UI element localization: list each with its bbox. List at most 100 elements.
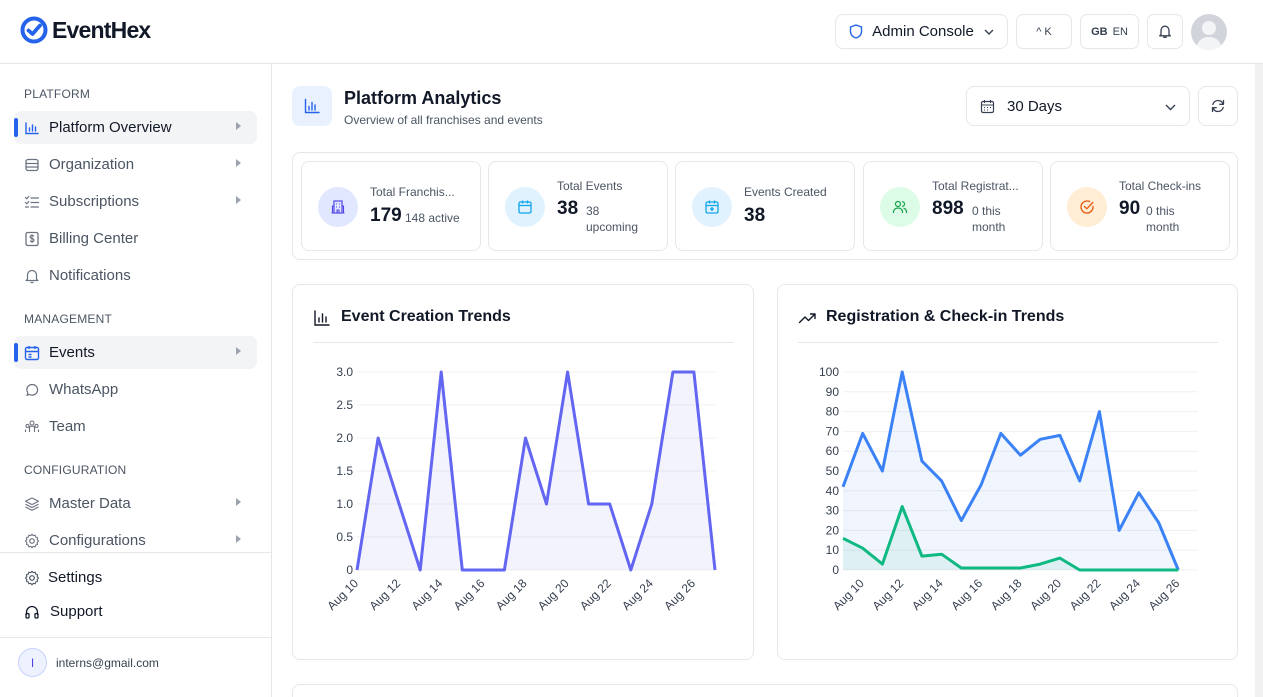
stat-card-total-franchises[interactable]: Total Franchis... 179 148 active bbox=[301, 161, 481, 251]
data-point bbox=[1157, 569, 1160, 572]
stat-value: 38 bbox=[557, 198, 579, 219]
bell-icon bbox=[25, 269, 39, 284]
sidebar-item-notifications[interactable]: Notifications bbox=[14, 259, 257, 292]
chevron-right-icon bbox=[236, 122, 241, 130]
data-point bbox=[881, 563, 884, 566]
data-point bbox=[587, 503, 590, 506]
stat-value: 179 bbox=[370, 205, 402, 226]
event-creation-trends-card: Event Creation Trends 0 0.5 1.0 1.5 2.0 2.5 3.… bbox=[292, 284, 754, 660]
data-point bbox=[440, 371, 443, 374]
stat-subtext: 0 this month bbox=[1146, 204, 1180, 234]
x-tick-label: Aug 10 bbox=[324, 576, 361, 613]
data-point bbox=[377, 437, 380, 440]
x-tick-label: Aug 18 bbox=[988, 576, 1025, 613]
layers-icon bbox=[24, 497, 40, 511]
y-tick-label: 40 bbox=[826, 484, 840, 498]
stat-label: Total Registrat... bbox=[932, 179, 1019, 193]
chevron-right-icon bbox=[236, 196, 241, 204]
y-tick-label: 80 bbox=[826, 405, 840, 419]
sidebar-item-label: Subscriptions bbox=[49, 193, 140, 210]
sidebar-divider bbox=[0, 637, 271, 638]
data-point bbox=[692, 371, 695, 374]
sidebar-item-master-data[interactable]: Master Data bbox=[14, 487, 257, 520]
y-tick-label: 0 bbox=[346, 563, 353, 577]
stat-card-total-events[interactable]: Total Events 38 38 upcoming bbox=[488, 161, 668, 251]
x-tick-label: Aug 14 bbox=[409, 576, 446, 613]
stat-card-events-created[interactable]: Events Created 38 bbox=[675, 161, 855, 251]
x-tick-label: Aug 18 bbox=[493, 576, 530, 613]
x-tick-label: Aug 26 bbox=[1146, 576, 1183, 613]
admin-console-dropdown[interactable]: Admin Console bbox=[835, 14, 1008, 49]
data-point bbox=[566, 371, 569, 374]
data-point bbox=[503, 569, 506, 572]
chevron-right-icon bbox=[236, 159, 241, 167]
sidebar-item-label: Settings bbox=[48, 569, 103, 586]
sidebar-item-label: Organization bbox=[49, 156, 135, 173]
scrollbar[interactable] bbox=[1255, 64, 1263, 697]
x-tick-label: Aug 16 bbox=[451, 576, 488, 613]
page-title: Platform Analytics bbox=[344, 88, 502, 108]
sidebar-item-events[interactable]: Events bbox=[14, 336, 257, 369]
sidebar-item-platform-overview[interactable]: Platform Overview bbox=[14, 111, 257, 144]
calendar-icon bbox=[505, 187, 545, 227]
sidebar-item-settings[interactable]: Settings bbox=[14, 561, 257, 594]
sidebar-item-label: Master Data bbox=[49, 495, 131, 512]
y-tick-label: 2.5 bbox=[336, 398, 353, 412]
app-logo[interactable]: EventHex bbox=[20, 16, 151, 44]
chevron-down-icon bbox=[984, 29, 994, 35]
data-point bbox=[650, 503, 653, 506]
refresh-button[interactable] bbox=[1198, 86, 1238, 126]
flag-label: GB bbox=[1091, 25, 1108, 38]
stat-subtext: 38 upcoming bbox=[586, 204, 639, 234]
y-tick-label: 70 bbox=[826, 424, 840, 438]
users-icon bbox=[880, 187, 920, 227]
y-tick-label: 1.5 bbox=[336, 464, 353, 478]
y-tick-label: 2.0 bbox=[336, 431, 353, 445]
calendar-plus-icon bbox=[692, 187, 732, 227]
command-shortcut-button[interactable]: ^ K bbox=[1016, 14, 1072, 49]
user-profile[interactable]: I interns@gmail.com bbox=[18, 648, 258, 680]
section-title-platform: PLATFORM bbox=[24, 87, 91, 101]
sidebar-item-support[interactable]: Support bbox=[14, 595, 257, 628]
chat-icon bbox=[26, 383, 39, 397]
calendar-icon bbox=[980, 100, 995, 114]
sidebar-item-whatsapp[interactable]: WhatsApp bbox=[14, 373, 257, 406]
y-tick-label: 100 bbox=[819, 365, 839, 379]
analytics-icon bbox=[292, 86, 332, 126]
y-tick-label: 60 bbox=[826, 444, 840, 458]
data-point bbox=[1157, 521, 1160, 524]
data-point bbox=[920, 555, 923, 558]
data-point bbox=[1118, 529, 1121, 532]
notifications-button[interactable] bbox=[1147, 14, 1183, 49]
stat-card-total-check-ins[interactable]: Total Check-ins 90 0 this month bbox=[1050, 161, 1230, 251]
main-content: Platform Analytics Overview of all franc… bbox=[272, 64, 1263, 697]
dollar-icon bbox=[25, 231, 39, 247]
stat-label: Total Events bbox=[557, 179, 623, 193]
sidebar-item-billing-center[interactable]: Billing Center bbox=[14, 222, 257, 255]
sidebar-item-team[interactable]: Team bbox=[14, 410, 257, 443]
y-tick-label: 20 bbox=[826, 523, 840, 537]
x-tick-label: Aug 26 bbox=[661, 576, 698, 613]
y-tick-label: 10 bbox=[826, 543, 840, 557]
section-title-management: MANAGEMENT bbox=[24, 312, 113, 326]
team-icon bbox=[24, 420, 40, 432]
user-initial-avatar: I bbox=[18, 648, 47, 677]
language-code: EN bbox=[1112, 25, 1128, 38]
date-range-select[interactable]: 30 Days bbox=[966, 86, 1190, 126]
registration-checkin-trends-card: Registration & Check-in Trends 0 10 20 30 40… bbox=[777, 284, 1238, 660]
user-email: interns@gmail.com bbox=[56, 656, 159, 670]
sidebar-item-label: Billing Center bbox=[49, 230, 139, 247]
data-point bbox=[1058, 434, 1061, 437]
data-point bbox=[419, 569, 422, 572]
chevron-down-icon bbox=[1165, 104, 1176, 111]
data-point bbox=[608, 503, 611, 506]
stat-card-total-registrations[interactable]: Total Registrat... 898 0 this month bbox=[863, 161, 1043, 251]
data-point bbox=[980, 483, 983, 486]
sidebar-item-organization[interactable]: Organization bbox=[14, 148, 257, 181]
data-point bbox=[1019, 567, 1022, 570]
language-selector[interactable]: GB EN bbox=[1080, 14, 1139, 49]
user-avatar[interactable] bbox=[1191, 14, 1227, 50]
data-point bbox=[482, 569, 485, 572]
sidebar-item-subscriptions[interactable]: Subscriptions bbox=[14, 185, 257, 218]
stat-value: 38 bbox=[744, 205, 766, 226]
